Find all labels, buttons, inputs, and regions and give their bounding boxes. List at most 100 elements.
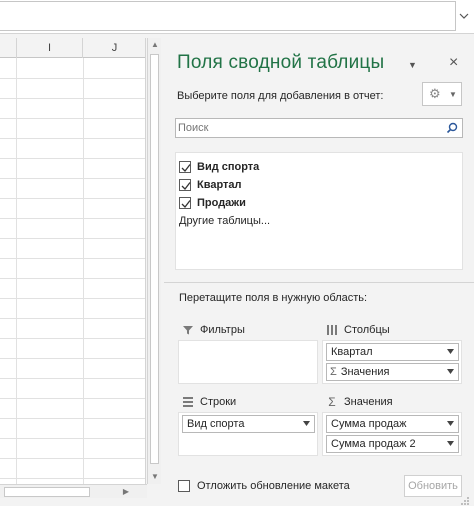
grid-line [83, 58, 84, 484]
rows-chip-sport[interactable]: Вид спорта [182, 415, 315, 433]
column-headers: I J [0, 38, 145, 58]
chevron-down-icon[interactable] [447, 349, 454, 354]
field-item-quarter[interactable]: Квартал [179, 177, 242, 193]
values-chip-sum-sales-2[interactable]: Сумма продаж 2 [326, 435, 459, 453]
columns-icon [327, 325, 337, 335]
rows-icon [183, 397, 193, 407]
worksheet-grid[interactable]: I J [0, 38, 146, 484]
grid-line [0, 278, 145, 279]
chevron-down-icon: ▼ [449, 90, 457, 99]
field-label: Продажи [197, 197, 246, 209]
grid-line [0, 258, 145, 259]
chevron-down-icon[interactable] [447, 369, 454, 374]
field-label: Вид спорта [197, 161, 260, 173]
rows-area: Строки Вид спорта [178, 392, 318, 456]
divider [164, 282, 474, 283]
resize-grip-icon[interactable] [460, 496, 470, 506]
column-header-h[interactable] [0, 38, 17, 58]
filters-label: Фильтры [200, 324, 245, 336]
search-icon[interactable] [446, 122, 458, 134]
check-icon [181, 164, 191, 172]
grid-line [0, 78, 145, 79]
columns-label: Столбцы [344, 324, 390, 336]
vertical-scrollbar[interactable]: ▲ ▼ [147, 38, 161, 484]
pivot-field-list-panel: Поля сводной таблицы ▼ × Выберите поля д… [164, 38, 474, 506]
grid-line [0, 358, 145, 359]
scroll-thumb[interactable] [150, 54, 159, 464]
horizontal-scrollbar[interactable]: ▶ [0, 484, 147, 498]
tools-button[interactable]: ⚙ ▼ [422, 82, 462, 106]
search-input[interactable] [178, 119, 428, 137]
task-pane-options-icon[interactable]: ▼ [408, 60, 417, 70]
choose-fields-label: Выберите поля для добавления в отчет: [177, 90, 384, 102]
panel-title: Поля сводной таблицы [177, 52, 385, 73]
columns-chip-quarter[interactable]: Квартал [326, 343, 459, 361]
checkbox-unchecked[interactable] [178, 480, 190, 492]
defer-update-label: Отложить обновление макета [197, 480, 350, 492]
chip-label: Квартал [331, 346, 373, 358]
grid-line [0, 438, 145, 439]
grid-line [0, 338, 145, 339]
grid-line [0, 218, 145, 219]
update-button[interactable]: Обновить [404, 475, 462, 497]
checkbox-checked[interactable] [179, 197, 191, 209]
defer-update-checkbox[interactable]: Отложить обновление макета [178, 480, 350, 492]
columns-chip-values[interactable]: Σ Значения [326, 363, 459, 381]
grid-line [0, 298, 145, 299]
chip-label: Сумма продаж [331, 418, 407, 430]
gear-icon: ⚙ [429, 86, 441, 101]
filters-area: Фильтры [178, 320, 318, 384]
search-box[interactable] [175, 118, 463, 138]
field-list: Вид спорта Квартал Продажи Другие таблиц… [175, 152, 463, 270]
checkbox-checked[interactable] [179, 179, 191, 191]
columns-area-header: Столбцы [322, 320, 462, 340]
chevron-down-icon[interactable] [447, 421, 454, 426]
check-icon [181, 182, 191, 190]
field-item-sales[interactable]: Продажи [179, 195, 246, 211]
grid-line [0, 378, 145, 379]
grid-line [0, 418, 145, 419]
close-icon[interactable]: × [449, 54, 458, 72]
sigma-icon: Σ [330, 366, 337, 378]
chip-label: Вид спорта [187, 418, 245, 430]
columns-drop-zone[interactable]: Квартал Σ Значения [322, 340, 462, 384]
values-area-header: Σ Значения [322, 392, 462, 412]
values-chip-sum-sales[interactable]: Сумма продаж [326, 415, 459, 433]
values-area: Σ Значения Сумма продаж Сумма продаж 2 [322, 392, 462, 456]
scroll-thumb[interactable] [4, 487, 90, 497]
grid-line [16, 58, 17, 484]
grid-line [0, 398, 145, 399]
chevron-down-icon[interactable] [447, 441, 454, 446]
chip-label: Значения [340, 366, 390, 378]
chevron-down-icon[interactable] [458, 10, 470, 22]
column-header-j[interactable]: J [83, 38, 145, 58]
values-label: Значения [344, 396, 393, 408]
grid-line [0, 238, 145, 239]
grid-line [0, 198, 145, 199]
more-tables-link[interactable]: Другие таблицы... [179, 215, 270, 227]
scroll-down-icon[interactable]: ▼ [149, 470, 161, 484]
scroll-right-icon[interactable]: ▶ [120, 485, 132, 499]
grid-line [0, 458, 145, 459]
grid-line [0, 158, 145, 159]
scroll-up-icon[interactable]: ▲ [149, 38, 161, 52]
sigma-icon: Σ [328, 395, 336, 409]
rows-area-header: Строки [178, 392, 318, 412]
rows-drop-zone[interactable]: Вид спорта [178, 412, 318, 456]
filters-drop-zone[interactable] [178, 340, 318, 384]
grid-line [0, 318, 145, 319]
field-item-sport[interactable]: Вид спорта [179, 159, 259, 175]
formula-bar [0, 0, 474, 34]
columns-area: Столбцы Квартал Σ Значения [322, 320, 462, 384]
grid-line [0, 98, 145, 99]
filter-icon [183, 326, 193, 335]
chip-label: Сумма продаж 2 [331, 438, 416, 450]
formula-input[interactable] [0, 1, 456, 31]
grid-line [0, 118, 145, 119]
field-label: Квартал [197, 179, 242, 191]
grid-line [0, 138, 145, 139]
column-header-i[interactable]: I [17, 38, 83, 58]
values-drop-zone[interactable]: Сумма продаж Сумма продаж 2 [322, 412, 462, 456]
checkbox-checked[interactable] [179, 161, 191, 173]
chevron-down-icon[interactable] [303, 421, 310, 426]
